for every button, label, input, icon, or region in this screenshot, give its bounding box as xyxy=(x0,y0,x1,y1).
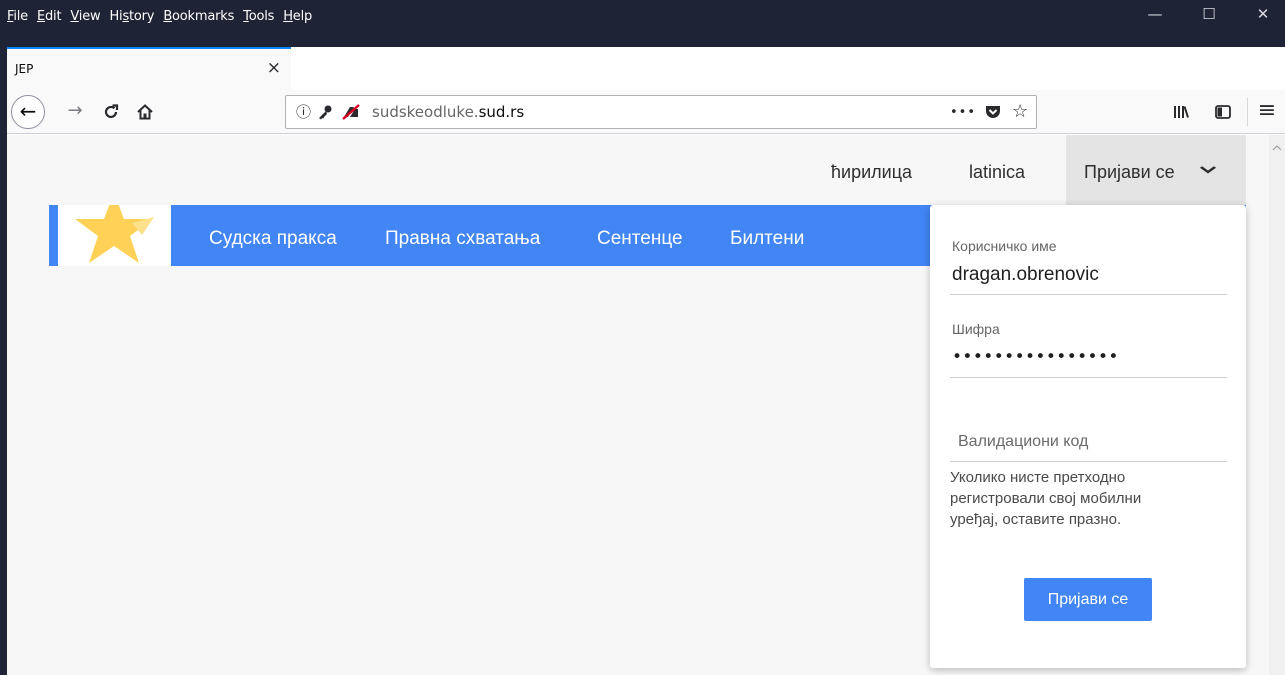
menu-bar: File Edit View History Bookmarks Tools H… xyxy=(7,8,321,26)
validation-code-underline xyxy=(950,461,1227,462)
maximize-button[interactable]: ☐ xyxy=(1186,0,1232,30)
menu-help[interactable]: Help xyxy=(283,8,312,26)
menu-bookmarks[interactable]: Bookmarks xyxy=(163,8,234,26)
login-dropdown-toggle[interactable]: Пријави се xyxy=(1066,135,1246,205)
nav-sentence[interactable]: Сентенце xyxy=(597,228,683,250)
nav-sudska-praksa[interactable]: Судска пракса xyxy=(209,228,337,250)
close-window-button[interactable]: ✕ xyxy=(1240,0,1285,30)
menu-file[interactable]: File xyxy=(7,8,28,26)
star-logo-icon xyxy=(75,205,154,263)
title-bar: File Edit View History Bookmarks Tools H… xyxy=(0,0,1285,47)
library-button[interactable] xyxy=(1169,100,1193,124)
info-icon[interactable]: ⓘ xyxy=(296,102,311,122)
url-text[interactable]: sudskeodluke.sud.rs xyxy=(372,103,524,121)
menu-tools[interactable]: Tools xyxy=(243,8,274,26)
back-button[interactable]: ← xyxy=(11,95,45,129)
validation-hint: Уколико нисте претходно регистровали сво… xyxy=(950,469,1142,528)
reload-icon xyxy=(104,104,119,119)
sidebar-icon xyxy=(1215,105,1231,119)
username-underline xyxy=(950,294,1227,295)
menu-edit[interactable]: Edit xyxy=(37,8,62,26)
nav-toolbar: ← → ⓘ sudskeodluke.sud.rs ••• ☆ ≡ xyxy=(7,90,1285,134)
menu-view[interactable]: View xyxy=(70,8,100,26)
username-field[interactable]: dragan.obrenovic xyxy=(952,264,1099,286)
minimize-button[interactable]: — xyxy=(1132,0,1178,30)
latin-link[interactable]: latinica xyxy=(969,162,1025,183)
reload-button[interactable] xyxy=(99,100,123,124)
password-label: Шифра xyxy=(952,321,1000,337)
key-icon[interactable] xyxy=(317,102,333,125)
toolbar-separator xyxy=(1247,98,1248,126)
page-actions-icon[interactable]: ••• xyxy=(950,102,976,124)
tab-close-icon[interactable]: × xyxy=(267,58,281,78)
window-frame-left xyxy=(0,47,7,675)
home-icon xyxy=(137,104,153,120)
sidebar-button[interactable] xyxy=(1211,100,1235,124)
library-icon xyxy=(1174,106,1189,118)
site-logo[interactable] xyxy=(58,205,171,266)
tab-title: JEP xyxy=(15,62,34,76)
nav-pravna-shvatanja[interactable]: Правна схватања xyxy=(385,228,540,250)
password-underline xyxy=(950,377,1227,378)
login-submit-button[interactable]: Пријави се xyxy=(1024,578,1152,621)
url-bar[interactable]: ⓘ sudskeodluke.sud.rs ••• ☆ xyxy=(285,95,1037,129)
pocket-icon[interactable] xyxy=(984,101,1002,127)
menu-history[interactable]: History xyxy=(109,8,154,26)
chevron-down-icon xyxy=(1199,163,1217,179)
new-tab-button[interactable]: + xyxy=(300,52,328,80)
username-label: Корисничко име xyxy=(952,238,1057,254)
login-toggle-label: Пријави се xyxy=(1084,162,1175,182)
scroll-up-icon[interactable] xyxy=(1272,144,1282,155)
hamburger-menu-button[interactable]: ≡ xyxy=(1255,100,1279,124)
vertical-scrollbar[interactable] xyxy=(1269,135,1285,675)
password-field[interactable]: •••••••••••••••• xyxy=(952,347,1119,367)
insecure-lock-icon[interactable] xyxy=(341,102,361,126)
login-dropdown: Корисничко име dragan.obrenovic Шифра ••… xyxy=(930,205,1246,668)
tab-active[interactable]: JEP × xyxy=(7,47,291,90)
forward-button[interactable]: → xyxy=(63,100,87,124)
validation-code-field[interactable]: Валидациони код xyxy=(958,433,1088,451)
bookmark-star-icon[interactable]: ☆ xyxy=(1012,101,1028,123)
web-page: ћирилица latinica Пријави се Судска прак… xyxy=(7,135,1269,675)
cyrillic-link[interactable]: ћирилица xyxy=(831,162,912,183)
nav-bilteni[interactable]: Билтени xyxy=(730,228,804,250)
home-button[interactable] xyxy=(133,100,157,124)
